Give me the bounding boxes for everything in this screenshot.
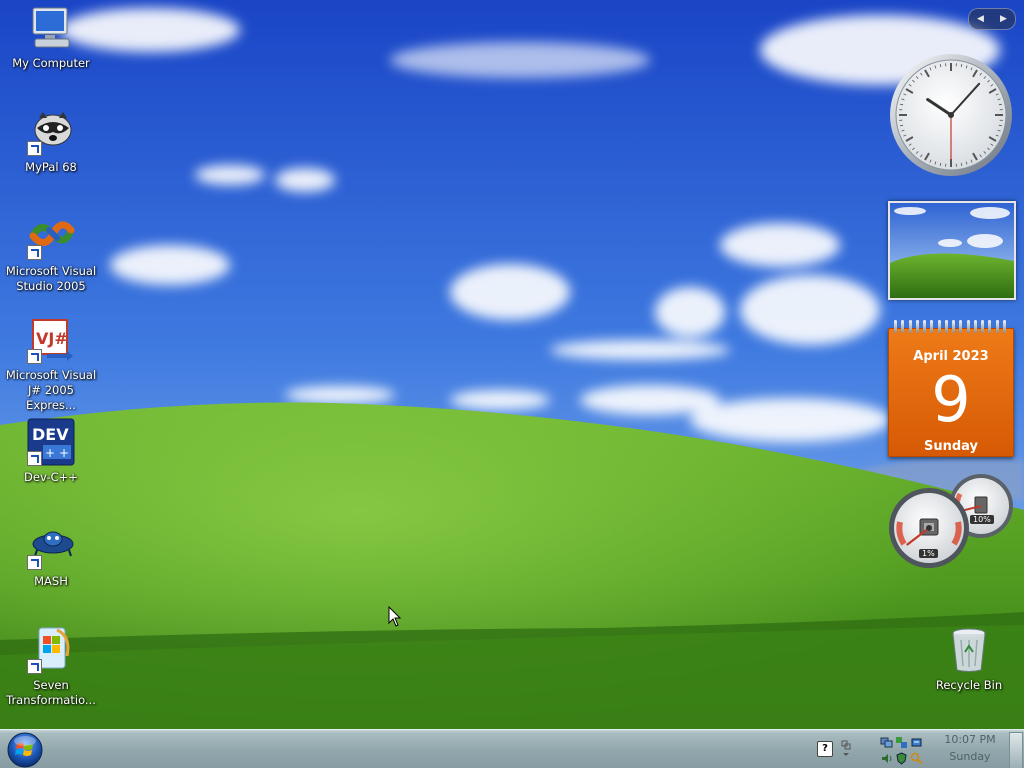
shortcut-arrow-icon: [27, 349, 42, 364]
calendar-month-year: April 2023: [913, 349, 989, 364]
shortcut-arrow-icon: [27, 141, 42, 156]
mouse-pointer-icon: [388, 606, 402, 627]
help-icon[interactable]: ?: [817, 741, 833, 757]
security-shield-icon[interactable]: [895, 750, 908, 765]
desktop-icon-label: Microsoft Visual Studio 2005: [5, 264, 97, 293]
calendar-rings: [894, 320, 1006, 334]
svg-text:+: +: [45, 446, 55, 460]
network-icon-2[interactable]: [895, 734, 908, 748]
shortcut-arrow-icon: [27, 659, 42, 674]
desktop-icon-visual-studio[interactable]: Microsoft Visual Studio 2005: [1, 212, 101, 294]
desktop-icon-label: Recycle Bin: [935, 678, 1003, 692]
raccoon-browser-icon: [27, 108, 75, 156]
desktop-wallpaper: [0, 0, 1024, 768]
svg-text:VJ#: VJ#: [36, 329, 68, 348]
calendar-day-number: 9: [931, 363, 971, 436]
calendar-page: April 2023 9 Sunday: [888, 328, 1014, 457]
svg-text:DEV: DEV: [32, 425, 69, 444]
windows-logo-icon: [7, 732, 43, 768]
desktop-icon-my-computer[interactable]: My Computer: [1, 4, 101, 71]
desktop-icon-recycle-bin[interactable]: Recycle Bin: [919, 626, 1019, 693]
slideshow-gadget[interactable]: [888, 201, 1016, 300]
language-switch-icon[interactable]: [840, 739, 852, 759]
search-tray-icon[interactable]: [910, 750, 923, 765]
shortcut-arrow-icon: [27, 245, 42, 260]
desktop-icon-label: Microsoft Visual J# 2005 Expres...: [5, 368, 97, 412]
shortcut-arrow-icon: [27, 451, 42, 466]
svg-text:+: +: [59, 446, 69, 460]
desktop-icon-label: My Computer: [12, 56, 90, 70]
cpu-meter-gadget[interactable]: 1% 10%: [886, 472, 1016, 572]
show-desktop-button[interactable]: [1009, 732, 1023, 768]
shortcut-arrow-icon: [27, 555, 42, 570]
computer-icon: [27, 4, 75, 52]
desktop-icon-mash[interactable]: MASH: [1, 522, 101, 589]
seven-transformation-icon: [27, 626, 75, 674]
taskbar-clock[interactable]: 10:07 PM Sunday: [938, 731, 1002, 768]
start-button[interactable]: [6, 732, 44, 768]
desktop-icon-label: MASH: [34, 574, 68, 588]
mash-icon: [27, 522, 75, 570]
desktop-icon-label: MyPal 68: [25, 160, 77, 174]
calendar-gadget[interactable]: April 2023 9 Sunday: [888, 320, 1014, 457]
desktop-icon-vjsharp[interactable]: VJ# Microsoft Visual J# 2005 Expres...: [1, 316, 101, 413]
notification-area: [880, 734, 936, 766]
recycle-bin-icon: [945, 626, 993, 674]
memory-usage-label: 10%: [970, 515, 994, 524]
calendar-weekday: Sunday: [923, 439, 979, 454]
desktop-icon-devcpp[interactable]: DEV + + Dev-C++: [1, 418, 101, 485]
network-icon[interactable]: [880, 734, 893, 748]
desktop-icon-mypal[interactable]: MyPal 68: [1, 108, 101, 175]
cpu-usage-label: 1%: [919, 549, 938, 558]
volume-icon[interactable]: [880, 750, 893, 763]
blank-tray-slot: [925, 734, 938, 747]
desktop-icon-label: Dev-C++: [24, 470, 78, 484]
clock-gadget[interactable]: [888, 52, 1014, 178]
devcpp-icon: DEV + +: [27, 418, 75, 466]
blank-tray-slot: [925, 750, 938, 763]
sidebar-previous-icon[interactable]: ◀: [977, 14, 984, 24]
sidebar-navigation: ◀ ▶: [968, 8, 1016, 30]
taskbar-day: Sunday: [949, 750, 991, 763]
safely-remove-hardware-icon[interactable]: [910, 734, 923, 747]
desktop-icon-seven-transformation[interactable]: Seven Transformatio...: [1, 626, 101, 708]
sidebar-next-icon[interactable]: ▶: [1000, 14, 1007, 24]
vjsharp-icon: VJ#: [27, 316, 75, 364]
visual-studio-icon: [27, 212, 75, 260]
taskbar-time: 10:07 PM: [944, 733, 996, 746]
taskbar: ? 10:07 PM Sunday: [0, 729, 1024, 768]
desktop-icon-label: Seven Transformatio...: [6, 678, 96, 707]
